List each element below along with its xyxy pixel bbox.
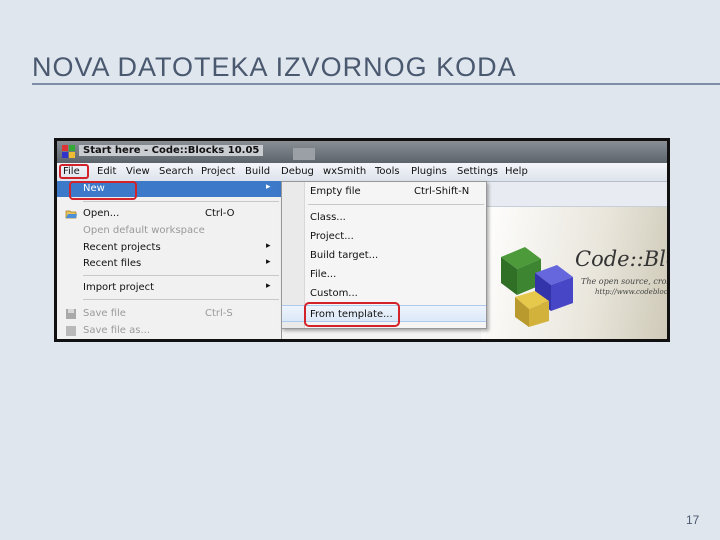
window-titlebar: Start here - Code::Blocks 10.05 — [57, 141, 667, 163]
menu-search[interactable]: Search — [159, 166, 193, 177]
file-menu: New ▸ Open... Ctrl-O Open default worksp… — [57, 181, 282, 339]
submenu-file-label: File... — [310, 269, 337, 280]
slide-title: NOVA DATOTEKA IZVORNOG KODA — [32, 52, 517, 82]
submenu-arrow-icon: ▸ — [266, 257, 271, 267]
submenu-arrow-icon: ▸ — [266, 241, 271, 251]
menu-separator — [83, 275, 279, 276]
submenu-custom[interactable]: Custom... — [282, 285, 486, 302]
submenu-custom-label: Custom... — [310, 288, 358, 299]
file-menu-save-file-as[interactable]: Save file as... — [57, 323, 281, 339]
file-menu-save-file-as-label: Save file as... — [83, 325, 151, 336]
menu-edit[interactable]: Edit — [97, 166, 116, 177]
submenu-empty-file-label: Empty file — [310, 186, 361, 197]
new-submenu: Empty file Ctrl-Shift-N Class... Project… — [281, 181, 487, 329]
submenu-arrow-icon: ▸ — [266, 281, 271, 291]
titlebar-tab — [293, 148, 315, 160]
codeblocks-screenshot: Start here - Code::Blocks 10.05 File Edi… — [54, 138, 670, 342]
submenu-build-target[interactable]: Build target... — [282, 247, 486, 264]
menu-separator — [83, 201, 279, 202]
title-underline — [32, 83, 720, 85]
file-menu-import-project[interactable]: Import project ▸ — [57, 280, 281, 296]
file-menu-highlight — [59, 164, 89, 179]
file-menu-recent-files-label: Recent files — [83, 258, 142, 269]
file-menu-open-shortcut: Ctrl-O — [205, 208, 235, 219]
menu-separator — [83, 299, 279, 300]
submenu-arrow-icon: ▸ — [266, 182, 271, 192]
new-item-highlight — [69, 181, 137, 200]
file-menu-recent-files[interactable]: Recent files ▸ — [57, 256, 281, 272]
menu-separator — [308, 204, 484, 205]
menu-plugins[interactable]: Plugins — [411, 166, 447, 177]
menu-settings[interactable]: Settings — [457, 166, 498, 177]
file-menu-open-label: Open... — [83, 208, 120, 219]
submenu-project-label: Project... — [310, 231, 354, 242]
save-as-icon — [66, 326, 76, 336]
menu-debug[interactable]: Debug — [281, 166, 314, 177]
save-disk-icon — [66, 309, 76, 319]
file-menu-save-shortcut: Ctrl-S — [205, 308, 233, 319]
submenu-class[interactable]: Class... — [282, 209, 486, 226]
menu-tools[interactable]: Tools — [375, 166, 400, 177]
submenu-project[interactable]: Project... — [282, 228, 486, 245]
submenu-empty-file[interactable]: Empty file Ctrl-Shift-N — [282, 183, 486, 200]
file-menu-save-file[interactable]: Save file Ctrl-S — [57, 306, 281, 322]
file-menu-open-default-workspace-label: Open default workspace — [83, 225, 205, 236]
menu-bar: File Edit View Search Project Build Debu… — [57, 163, 667, 182]
menu-build[interactable]: Build — [245, 166, 270, 177]
splash-url[interactable]: http://www.codeblocks.org — [595, 288, 667, 296]
splash-tagline: The open source, cross-platform — [581, 277, 667, 286]
menu-project[interactable]: Project — [201, 166, 235, 177]
file-menu-recent-projects-label: Recent projects — [83, 242, 161, 253]
file-menu-open-default-workspace[interactable]: Open default workspace — [57, 223, 281, 239]
file-menu-recent-projects[interactable]: Recent projects ▸ — [57, 240, 281, 256]
submenu-empty-file-shortcut: Ctrl-Shift-N — [414, 186, 470, 197]
page-number: 17 — [686, 513, 700, 527]
file-menu-open[interactable]: Open... Ctrl-O — [57, 206, 281, 222]
window-title: Start here - Code::Blocks 10.05 — [79, 145, 264, 156]
open-folder-icon — [65, 210, 77, 219]
menu-help[interactable]: Help — [505, 166, 528, 177]
submenu-build-target-label: Build target... — [310, 250, 379, 261]
splash-brand: Code::Blocks — [575, 247, 667, 271]
menu-view[interactable]: View — [126, 166, 150, 177]
submenu-class-label: Class... — [310, 212, 346, 223]
file-menu-save-file-label: Save file — [83, 308, 126, 319]
submenu-file[interactable]: File... — [282, 266, 486, 283]
from-template-highlight — [304, 302, 400, 327]
codeblocks-cubes-icon — [501, 247, 573, 327]
file-menu-import-project-label: Import project — [83, 282, 155, 293]
codeblocks-logo-icon — [62, 145, 75, 158]
menu-wxsmith[interactable]: wxSmith — [323, 166, 366, 177]
